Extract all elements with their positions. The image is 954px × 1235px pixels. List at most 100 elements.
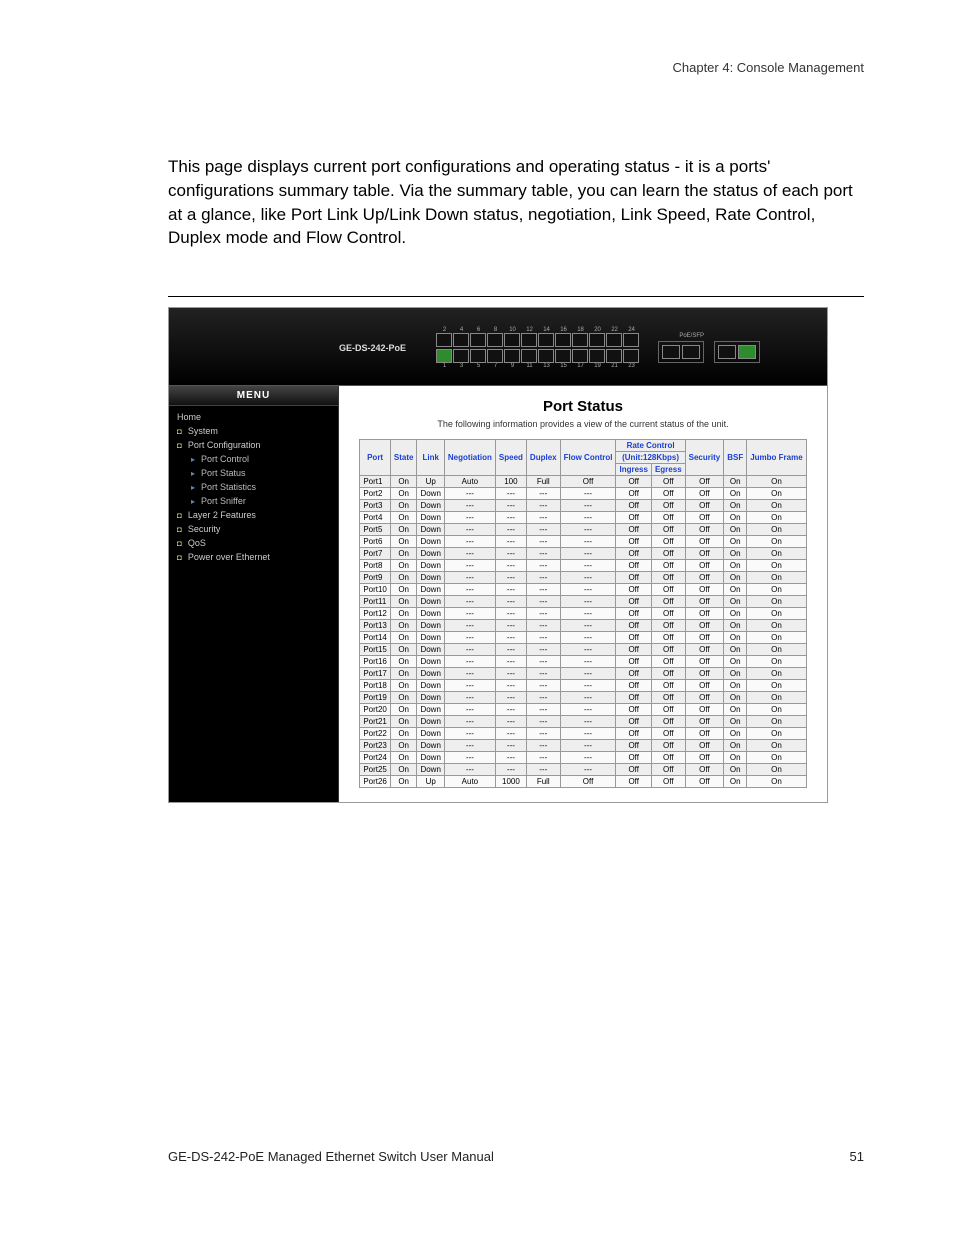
table-row: Port7OnDown------------OffOffOffOnOn [360, 548, 806, 560]
menu-item-port-status[interactable]: ▸Port Status [169, 466, 338, 480]
table-cell: --- [444, 584, 495, 596]
table-cell: Off [651, 752, 685, 764]
menu-item-layer-2-features[interactable]: ◘Layer 2 Features [169, 508, 338, 522]
table-cell: Off [685, 524, 724, 536]
switch-port-icon [589, 333, 605, 347]
table-cell: --- [526, 500, 560, 512]
port-number-label: 23 [623, 363, 640, 369]
table-cell: On [390, 548, 417, 560]
port-number-label: 13 [538, 363, 555, 369]
table-cell: Off [685, 476, 724, 488]
menu-item-system[interactable]: ◘System [169, 424, 338, 438]
table-cell: Port20 [360, 704, 391, 716]
table-cell: --- [495, 584, 526, 596]
table-row: Port8OnDown------------OffOffOffOnOn [360, 560, 806, 572]
table-cell: Port13 [360, 620, 391, 632]
port-diagram: 24681012141618202224 1357911131517192123… [436, 327, 760, 369]
table-cell: On [724, 560, 747, 572]
table-cell: Down [417, 488, 444, 500]
table-cell: On [390, 692, 417, 704]
table-cell: --- [495, 512, 526, 524]
table-cell: --- [444, 608, 495, 620]
table-cell: On [747, 632, 806, 644]
table-row: Port3OnDown------------OffOffOffOnOn [360, 500, 806, 512]
table-cell: --- [444, 524, 495, 536]
console-screenshot: GE-DS-242-PoE 24681012141618202224 13579… [168, 307, 828, 803]
menu-item-port-configuration[interactable]: ◘Port Configuration [169, 438, 338, 452]
table-cell: --- [526, 536, 560, 548]
menu-item-home[interactable]: Home [169, 410, 338, 424]
table-cell: Port7 [360, 548, 391, 560]
table-cell: Off [651, 776, 685, 788]
table-cell: --- [444, 536, 495, 548]
table-cell: --- [444, 620, 495, 632]
table-cell: Down [417, 608, 444, 620]
table-cell: On [390, 740, 417, 752]
table-cell: --- [526, 644, 560, 656]
th-duplex: Duplex [526, 440, 560, 476]
table-cell: Port19 [360, 692, 391, 704]
menu-item-qos[interactable]: ◘QoS [169, 536, 338, 550]
table-cell: Auto [444, 476, 495, 488]
table-cell: --- [526, 656, 560, 668]
table-cell: --- [526, 764, 560, 776]
port-number-label: 1 [436, 363, 453, 369]
menu-item-label: Port Status [201, 468, 246, 478]
table-cell: On [747, 704, 806, 716]
table-cell: --- [444, 668, 495, 680]
table-cell: --- [560, 692, 616, 704]
table-cell: --- [560, 584, 616, 596]
device-model-label: GE-DS-242-PoE [339, 343, 406, 353]
menu-item-label: Port Configuration [188, 440, 261, 450]
table-cell: On [390, 644, 417, 656]
table-cell: --- [560, 560, 616, 572]
table-cell: On [724, 632, 747, 644]
th-port: Port [360, 440, 391, 476]
table-cell: --- [495, 500, 526, 512]
port-number-label: 17 [572, 363, 589, 369]
table-row: Port1OnUpAuto100FullOffOffOffOffOnOn [360, 476, 806, 488]
menu-item-port-statistics[interactable]: ▸Port Statistics [169, 480, 338, 494]
switch-port-icon [538, 349, 554, 363]
table-cell: On [390, 656, 417, 668]
table-cell: On [747, 548, 806, 560]
table-cell: --- [495, 596, 526, 608]
table-cell: On [747, 560, 806, 572]
table-cell: Down [417, 692, 444, 704]
table-cell: Down [417, 572, 444, 584]
table-cell: On [747, 608, 806, 620]
table-cell: Off [685, 752, 724, 764]
menu-item-power-over-ethernet[interactable]: ◘Power over Ethernet [169, 550, 338, 564]
th-jumbo: Jumbo Frame [747, 440, 806, 476]
table-row: Port5OnDown------------OffOffOffOnOn [360, 524, 806, 536]
table-cell: On [747, 752, 806, 764]
menu-item-port-sniffer[interactable]: ▸Port Sniffer [169, 494, 338, 508]
th-rate-unit: (Unit:128Kbps) [616, 452, 685, 464]
port-number-label: 5 [470, 363, 487, 369]
table-cell: Off [685, 680, 724, 692]
th-state: State [390, 440, 417, 476]
table-cell: --- [444, 548, 495, 560]
table-cell: --- [526, 716, 560, 728]
menu-item-security[interactable]: ◘Security [169, 522, 338, 536]
table-cell: Off [651, 656, 685, 668]
switch-port-icon [470, 349, 486, 363]
table-cell: On [390, 572, 417, 584]
triangle-icon: ▸ [191, 483, 195, 492]
menu-item-port-control[interactable]: ▸Port Control [169, 452, 338, 466]
table-cell: --- [495, 752, 526, 764]
table-cell: Down [417, 500, 444, 512]
table-cell: Port25 [360, 764, 391, 776]
port-number-label: 7 [487, 363, 504, 369]
table-row: Port20OnDown------------OffOffOffOnOn [360, 704, 806, 716]
table-cell: Down [417, 524, 444, 536]
menu-title: MENU [169, 386, 338, 406]
table-cell: On [390, 764, 417, 776]
table-cell: On [724, 704, 747, 716]
table-cell: Off [651, 572, 685, 584]
table-cell: On [724, 596, 747, 608]
table-cell: --- [560, 728, 616, 740]
switch-port-icon [453, 349, 469, 363]
table-cell: Off [616, 476, 651, 488]
table-cell: On [747, 668, 806, 680]
